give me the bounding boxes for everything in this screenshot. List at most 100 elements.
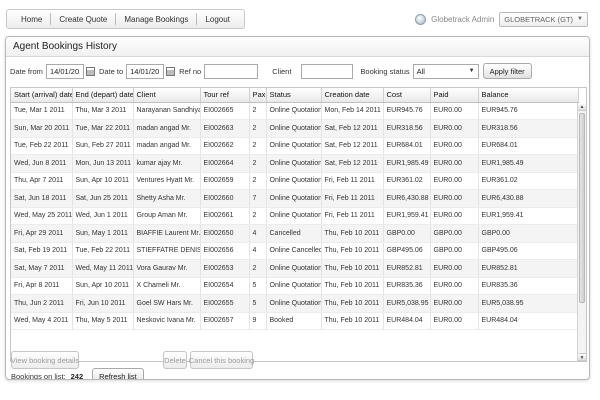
- table-row[interactable]: Thu, Jun 2 2011 Fri, Jun 10 2011 Goel SW H…: [11, 294, 579, 313]
- nav-manage-bookings[interactable]: Manage Bookings: [116, 15, 196, 24]
- column-header-status[interactable]: Status: [266, 88, 322, 103]
- start-date-cell: Fri, Apr 29 2011: [11, 224, 73, 243]
- client-input[interactable]: [301, 63, 354, 79]
- paid-cell: EUR0.00: [430, 259, 479, 278]
- status-cell: Online Quotation: [266, 102, 322, 120]
- date-to-input[interactable]: [126, 63, 165, 79]
- action-bar: View booking details Delete Cancel this …: [5, 346, 590, 374]
- pax-cell: 2: [249, 154, 267, 173]
- status-cell: Online Quotation: [266, 189, 322, 208]
- end-date-cell: Fri, Jun 10 2011: [72, 294, 134, 313]
- tour-ref-cell: EI002662: [200, 137, 250, 155]
- page-title: Agent Bookings History: [6, 37, 589, 57]
- client-cell: Vora Gaurav Mr.: [133, 259, 201, 278]
- column-header-paid[interactable]: Paid: [430, 88, 479, 103]
- tour-ref-cell: EI002655: [200, 294, 250, 313]
- cost-cell: EUR318.56: [383, 119, 431, 138]
- nav-logout[interactable]: Logout: [197, 15, 237, 24]
- start-date-cell: Sun, Mar 20 2011: [11, 119, 73, 138]
- scrollbar-thumb[interactable]: [579, 113, 585, 303]
- column-header-end-date[interactable]: End (depart) date: [72, 88, 134, 103]
- pax-cell: 9: [249, 312, 267, 330]
- column-header-tour-ref[interactable]: Tour ref: [200, 88, 250, 103]
- creation-date-cell: Thu, Feb 10 2011: [321, 259, 384, 278]
- main-menu: Home Create Quote Manage Bookings Logout: [6, 9, 245, 29]
- creation-date-cell: Thu, Feb 10 2011: [321, 294, 384, 313]
- nav-home[interactable]: Home: [13, 15, 50, 24]
- paid-cell: EUR0.00: [430, 102, 479, 120]
- chevron-down-icon: ▼: [577, 16, 583, 22]
- client-cell: Group Aman Mr.: [133, 207, 201, 225]
- column-header-client[interactable]: Client: [133, 88, 201, 103]
- nav-create-quote[interactable]: Create Quote: [51, 15, 115, 24]
- table-row[interactable]: Sat, Feb 19 2011 Tue, Feb 22 2011 STIEFFAT…: [11, 242, 579, 260]
- balance-cell: EUR945.76: [478, 102, 579, 120]
- table-row[interactable]: Thu, Apr 7 2011 Sun, Apr 10 2011 Ventures …: [11, 172, 579, 190]
- creation-date-cell: Thu, Feb 10 2011: [321, 224, 384, 243]
- table-row[interactable]: Wed, May 4 2011 Thu, May 5 2011 Neskovic I…: [11, 312, 579, 330]
- start-date-cell: Wed, May 4 2011: [11, 312, 73, 330]
- balance-cell: EUR361.02: [478, 172, 579, 190]
- tour-ref-cell: EI002653: [200, 259, 250, 278]
- column-header-cost[interactable]: Cost: [383, 88, 431, 103]
- end-date-cell: Mon, Jun 13 2011: [72, 154, 134, 173]
- column-header-start-date[interactable]: Start (arrival) date: [11, 88, 73, 103]
- paid-cell: EUR0.00: [430, 189, 479, 208]
- table-row[interactable]: Tue, Feb 22 2011 Sun, Feb 27 2011 madan an…: [11, 137, 579, 155]
- status-cell: Online Quotation: [266, 137, 322, 155]
- cancel-booking-button[interactable]: Cancel this booking: [189, 351, 254, 369]
- status-cell: Online Cancelled: [266, 242, 322, 260]
- date-from-input[interactable]: [45, 63, 84, 79]
- ref-no-label: Ref no: [179, 66, 202, 76]
- table-row[interactable]: Sun, Mar 20 2011 Tue, Mar 22 2011 madan an…: [11, 119, 579, 138]
- ref-no-input[interactable]: [204, 63, 259, 79]
- balance-cell: EUR6,430.88: [478, 189, 579, 208]
- table-scrollbar[interactable]: ▲ ▼: [577, 103, 586, 361]
- table-row[interactable]: Tue, Mar 1 2011 Thu, Mar 3 2011 Narayanan …: [11, 102, 579, 120]
- chevron-down-icon: ▼: [468, 68, 475, 74]
- calendar-icon[interactable]: [166, 66, 176, 76]
- table-row[interactable]: Fri, Apr 29 2011 Sun, May 1 2011 BIAFFIE L…: [11, 224, 579, 243]
- column-header-creation-date[interactable]: Creation date: [321, 88, 384, 103]
- table-header-row: Start (arrival) date End (depart) date C…: [11, 88, 579, 103]
- company-select[interactable]: GLOBETRACK (GT) ▼: [499, 11, 588, 27]
- top-navigation: Home Create Quote Manage Bookings Logout…: [0, 0, 600, 34]
- tour-ref-cell: EI002660: [200, 189, 250, 208]
- creation-date-cell: Sat, Feb 12 2011: [321, 119, 384, 138]
- end-date-cell: Sun, May 1 2011: [72, 224, 134, 243]
- status-cell: Cancelled: [266, 224, 322, 243]
- apply-filter-button[interactable]: Apply filter: [482, 63, 532, 79]
- pax-cell: 5: [249, 294, 267, 313]
- table-row[interactable]: Sat, Jun 18 2011 Sat, Jun 25 2011 Shetty A…: [11, 189, 579, 208]
- filter-bar: Date from Date to Ref no Client Booking …: [10, 63, 532, 79]
- table-row[interactable]: Sat, May 7 2011 Wed, May 11 2011 Vora Gaur…: [11, 259, 579, 278]
- creation-date-cell: Thu, Feb 10 2011: [321, 312, 384, 330]
- start-date-cell: Tue, Feb 22 2011: [11, 137, 73, 155]
- status-cell: Online Quotation: [266, 119, 322, 138]
- column-header-balance[interactable]: Balance: [478, 88, 579, 103]
- tour-ref-cell: EI002661: [200, 207, 250, 225]
- client-cell: STIEFFATRE DENIS Mr.: [133, 242, 201, 260]
- paid-cell: EUR0.00: [430, 312, 479, 330]
- cost-cell: EUR1,985.49: [383, 154, 431, 173]
- calendar-icon[interactable]: [85, 66, 95, 76]
- table-row[interactable]: Fri, Apr 8 2011 Sun, Apr 10 2011 X Chameli…: [11, 277, 579, 295]
- booking-status-select[interactable]: All ▼: [412, 63, 479, 79]
- end-date-cell: Sat, Jun 25 2011: [72, 189, 134, 208]
- bookings-table: Start (arrival) date End (depart) date C…: [10, 87, 587, 362]
- company-select-value: GLOBETRACK (GT): [504, 14, 574, 24]
- table-row[interactable]: Wed, May 25 2011 Wed, Jun 1 2011 Group Ama…: [11, 207, 579, 225]
- client-cell: madan angad Mr.: [133, 119, 201, 138]
- view-booking-details-button[interactable]: View booking details: [11, 351, 79, 369]
- status-cell: Online Quotation: [266, 207, 322, 225]
- pax-cell: 7: [249, 189, 267, 208]
- column-header-pax[interactable]: Pax: [249, 88, 267, 103]
- client-cell: X Chameli Mr.: [133, 277, 201, 295]
- table-row[interactable]: Wed, Jun 8 2011 Mon, Jun 13 2011 kumar aja…: [11, 154, 579, 173]
- creation-date-cell: Fri, Feb 11 2011: [321, 172, 384, 190]
- client-cell: Neskovic Ivana Mr.: [133, 312, 201, 330]
- scroll-up-icon[interactable]: ▲: [578, 103, 586, 111]
- end-date-cell: Sun, Feb 27 2011: [72, 137, 134, 155]
- paid-cell: EUR0.00: [430, 172, 479, 190]
- delete-button[interactable]: Delete: [163, 351, 187, 369]
